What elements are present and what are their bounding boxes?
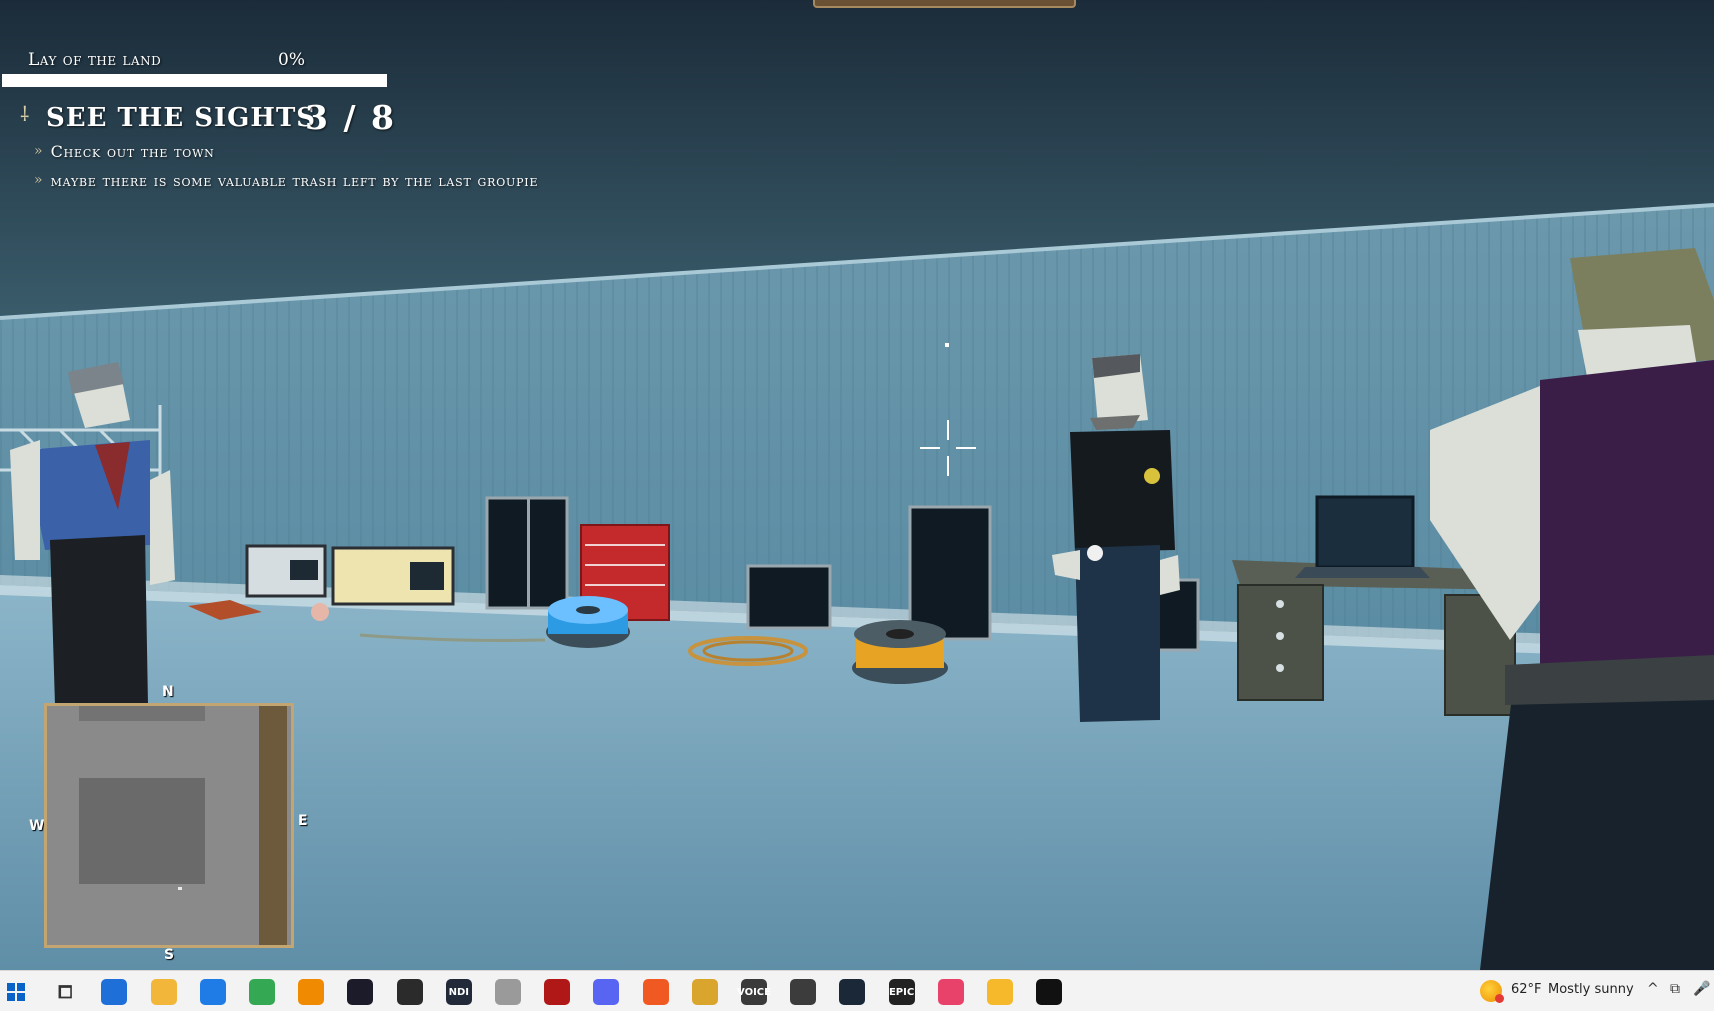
obs-icon[interactable] [396,979,423,1005]
objective-item: » maybe there is some valuable trash lef… [34,169,538,191]
yellow-cable-reel [852,620,948,684]
top-hud-plaque [813,0,1076,8]
compass-west: W [29,818,45,834]
minimap-building [79,706,205,721]
flight-case-1 [245,544,327,598]
flight-case-tall-1 [485,496,569,610]
mail-icon[interactable] [199,979,226,1005]
creative-cloud-icon[interactable] [937,979,964,1005]
task-view-icon[interactable]: ⧠ [52,979,78,1005]
chrome-icon[interactable] [249,979,275,1005]
objective-text: Check out the town [50,141,215,161]
audio-app-icon[interactable] [790,979,817,1005]
compass-north: N [162,684,174,700]
flight-case-3 [746,564,832,630]
voicemeeter-icon[interactable]: VOICE [737,979,771,1005]
crosshair-icon [920,420,976,476]
blue-cable-reel [546,596,630,648]
minimap [44,703,294,948]
media-player-icon[interactable] [642,979,669,1005]
quest-counter: 3 / 8 [305,98,396,137]
objective-item: » Check out the town [34,140,215,162]
compass-east: E [298,813,308,829]
weather-sun-icon[interactable] [1480,980,1504,1003]
weather-description[interactable]: Mostly sunny [1548,982,1634,997]
steam-icon[interactable] [839,979,866,1005]
tray-overflow-chevron-icon[interactable]: ^ [1647,981,1659,997]
ndi-icon[interactable]: NDI [445,979,472,1005]
weather-temperature[interactable]: 62°F [1511,982,1542,997]
start-icon[interactable] [3,979,29,1005]
tray-network-icon[interactable]: ⧉ [1670,981,1680,997]
discord-icon[interactable] [593,979,620,1005]
chevron-right-icon: » [34,172,43,188]
minimap-building [79,778,205,884]
chevron-right-icon: » [34,143,43,159]
quest-marker-icon: ⸸ [20,102,30,126]
area-progress-bar [2,74,387,87]
vlc-icon[interactable] [298,979,325,1005]
m-app-icon[interactable] [544,979,571,1005]
dev-app-icon[interactable] [347,979,374,1005]
edit-tool-icon[interactable] [691,979,718,1005]
epic-games-icon[interactable]: EPIC [888,979,915,1005]
objective-text: maybe there is some valuable trash left … [50,170,539,190]
quest-title: SEE THE SIGHTS [46,103,317,133]
area-progress-label: 0% [278,50,305,70]
taskbar: ⧠ NDI VOICE EPIC 62°F Mostly sunny ^ ⧉ 🎤 [0,970,1714,1011]
capture-app-icon[interactable] [495,979,521,1005]
compass-south: S [164,947,175,963]
tray-microphone-icon[interactable]: 🎤 [1693,981,1710,997]
area-name: Lay of the land [28,50,162,70]
player-marker-icon [178,887,182,890]
file-explorer-icon[interactable] [150,979,177,1005]
minimap-road [259,706,287,945]
unreal-engine-icon[interactable] [1036,979,1063,1005]
flight-case-2 [331,546,455,606]
video-app-icon[interactable] [987,979,1013,1005]
flight-case-tall-2 [908,505,992,641]
aim-dot-icon [945,343,949,347]
store-icon[interactable] [101,979,128,1005]
